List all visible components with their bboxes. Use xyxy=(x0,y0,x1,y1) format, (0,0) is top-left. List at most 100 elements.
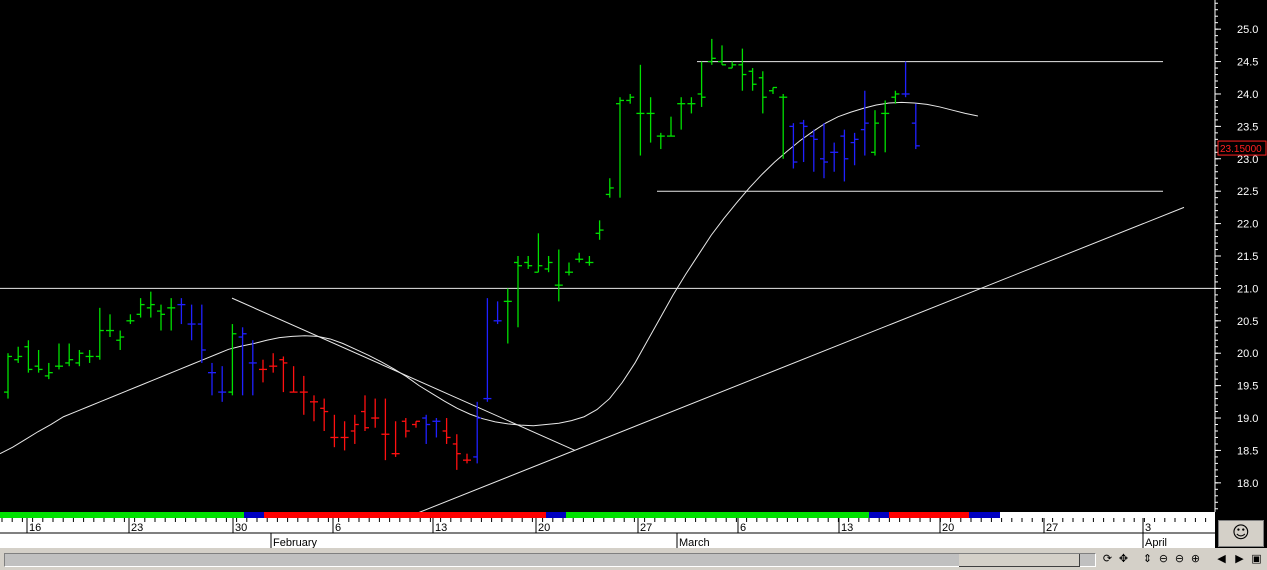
price-bar xyxy=(361,395,369,431)
price-bar xyxy=(605,178,614,198)
price-bar xyxy=(544,256,553,273)
y-tick-label: 18.0 xyxy=(1237,478,1258,490)
price-bar xyxy=(412,420,420,428)
price-bar xyxy=(554,249,563,302)
price-bar xyxy=(779,93,788,159)
price-bar xyxy=(656,132,665,150)
price-bar xyxy=(167,298,176,331)
moving-average-line xyxy=(0,101,979,455)
price-bar xyxy=(44,362,53,380)
window-icon[interactable]: ▣ xyxy=(1250,551,1263,567)
y-tick-label: 19.0 xyxy=(1237,413,1258,425)
price-chart[interactable]: 18.0 18.5 19.0 19.5 20.0 20.5 21.0 21.5 22.0 22.5… xyxy=(0,0,1267,570)
scroll-left-icon[interactable]: ◀ xyxy=(1215,551,1228,567)
price-bar xyxy=(687,97,696,114)
price-bar xyxy=(748,68,757,91)
price-bar xyxy=(259,359,267,383)
price-bar xyxy=(350,414,359,444)
price-bar xyxy=(330,414,339,448)
price-bar xyxy=(432,418,441,438)
price-bar xyxy=(126,314,135,325)
price-bar xyxy=(187,304,196,341)
zoom-in-icon[interactable]: ⊕ xyxy=(1189,551,1202,567)
price-bar xyxy=(310,395,318,422)
price-bar xyxy=(4,353,12,399)
price-bar xyxy=(667,116,675,137)
scrollbar-thumb[interactable] xyxy=(959,554,1080,567)
uptrend-line xyxy=(411,206,1185,516)
chart-window: 18.0 18.5 19.0 19.5 20.0 20.5 21.0 21.5 22.0 22.5… xyxy=(0,0,1267,570)
price-bar xyxy=(208,362,216,396)
price-bar xyxy=(238,327,247,396)
scroll-right-icon[interactable]: ▶ xyxy=(1233,551,1246,567)
price-bar xyxy=(85,349,94,363)
price-bar xyxy=(799,119,808,163)
x-tick-label: 27 xyxy=(1046,522,1058,534)
price-bar xyxy=(534,233,543,273)
price-bar xyxy=(401,418,410,438)
price-bar xyxy=(646,97,655,143)
price-bar xyxy=(289,366,298,393)
price-bar xyxy=(269,353,278,373)
y-tick-label: 22.5 xyxy=(1237,186,1258,198)
price-bar xyxy=(136,298,145,318)
price-bar xyxy=(146,291,155,318)
trend-strip-segment xyxy=(264,512,546,518)
price-bar xyxy=(860,90,869,156)
trend-strip-segment xyxy=(0,512,244,518)
price-bar xyxy=(493,301,502,325)
price-bar xyxy=(901,61,910,98)
price-bar xyxy=(299,375,308,415)
y-tick-label: 18.5 xyxy=(1237,445,1258,457)
x-tick-label: 20 xyxy=(538,522,550,534)
horizontal-scrollbar[interactable] xyxy=(4,553,1096,567)
price-bar xyxy=(697,61,706,107)
y-tick-label: 20.0 xyxy=(1237,348,1258,360)
y-tick-label: 21.5 xyxy=(1237,251,1258,263)
trend-strip-segment xyxy=(1000,512,1215,518)
price-bar xyxy=(218,366,227,402)
price-bar xyxy=(14,346,23,363)
price-bar xyxy=(830,142,839,172)
y-tick-label: 22.0 xyxy=(1237,219,1258,231)
price-bar xyxy=(911,103,920,150)
x-tick-label: 27 xyxy=(640,522,652,534)
zoom-out-icon[interactable]: ⊖ xyxy=(1173,551,1186,567)
x-tick-label: 6 xyxy=(740,522,746,534)
y-tick-label: 23.5 xyxy=(1237,121,1258,133)
price-bar xyxy=(840,129,849,182)
y-tick-label: 21.0 xyxy=(1237,283,1258,295)
price-bar xyxy=(95,307,104,360)
y-tick-label: 24.5 xyxy=(1237,57,1258,69)
price-bar xyxy=(585,256,594,266)
price-bar xyxy=(177,298,186,325)
price-bar xyxy=(871,110,879,156)
scroll-updown-icon[interactable]: ⇕ xyxy=(1141,551,1154,567)
price-bar xyxy=(34,349,43,373)
price-bar xyxy=(452,434,461,470)
price-bar xyxy=(728,61,737,69)
price-bar xyxy=(677,97,686,130)
price-bar xyxy=(422,414,431,444)
y-tick-label: 20.5 xyxy=(1237,316,1258,328)
trend-strip-segment xyxy=(869,512,889,518)
price-bar xyxy=(809,129,818,172)
price-bar xyxy=(850,132,859,166)
price-bar xyxy=(340,421,349,451)
price-bar xyxy=(575,252,584,263)
refresh-icon[interactable]: ⟳ xyxy=(1101,551,1114,567)
x-tick-label: 13 xyxy=(841,522,853,534)
price-bar xyxy=(65,343,74,367)
price-bar xyxy=(524,256,533,269)
price-bar xyxy=(758,71,767,114)
move-icon[interactable]: ✥ xyxy=(1117,551,1130,567)
status-face-button[interactable]: ☺ xyxy=(1218,520,1264,547)
zoom-fit-icon[interactable]: ⊖ xyxy=(1157,551,1170,567)
last-price-label: 23.15000 xyxy=(1220,144,1262,155)
price-bar xyxy=(616,97,624,198)
trend-strip-segment xyxy=(889,512,969,518)
price-bar xyxy=(636,64,645,156)
bottom-toolbar: ⟳ ✥ ⇕ ⊖ ⊖ ⊕ ◀ ▶ ▣ xyxy=(0,548,1267,570)
price-bar xyxy=(442,418,451,444)
price-bar xyxy=(116,330,125,350)
